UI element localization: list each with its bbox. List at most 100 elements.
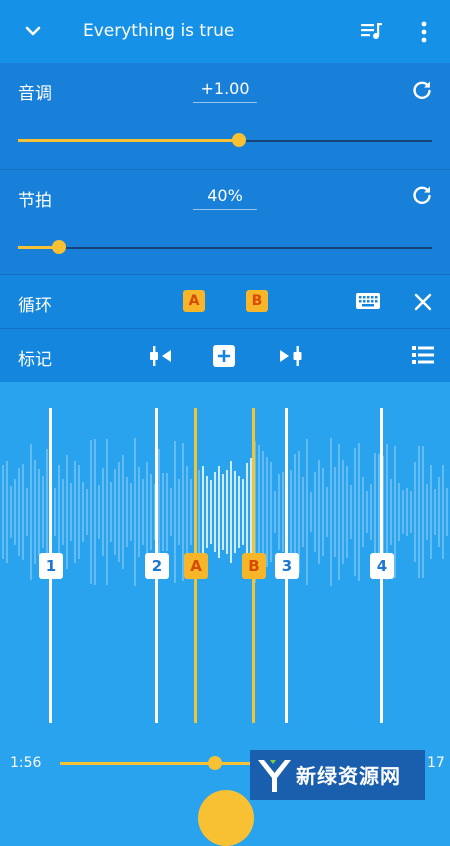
waveform-bar [138,467,140,557]
waveform-bar [122,455,124,569]
waveform-bar [106,439,108,585]
waveform-bar [2,465,4,559]
waveform-bar [218,465,220,559]
close-icon[interactable] [413,292,433,312]
waveform-bar [226,469,228,555]
waveform-bar [98,485,100,539]
pitch-slider-thumb[interactable] [232,133,247,147]
waveform-bar [150,473,152,551]
refresh-icon[interactable] [410,183,434,207]
waveform-area[interactable]: 1 2 A B 3 4 [0,382,450,740]
waveform-bar [418,446,420,578]
waveform-bar [222,473,224,551]
waveform-bar [330,437,332,587]
markers-label: 标记 [18,350,52,370]
watermark: 新绿资源网 [250,750,425,800]
waveform-bar [142,479,144,545]
waveform-bar [290,470,292,554]
waveform-bar [402,489,404,535]
list-icon[interactable] [412,345,434,365]
marker-label-4[interactable]: 4 [370,553,394,579]
waveform-bar [334,466,336,558]
waveform-bar [362,477,364,547]
tempo-slider-track[interactable] [18,247,432,249]
player-bar: 1:56 新绿资源网 17 [0,740,450,846]
chevron-down-icon[interactable] [22,20,44,42]
waveform-bar [174,441,176,583]
waveform-bar [246,462,248,562]
waveform-bar [90,440,92,584]
marker-label-3[interactable]: 3 [275,553,299,579]
waveform-bar [42,476,44,548]
waveform-bar [338,444,340,580]
waveform-bar [446,488,448,536]
waveform-bar [322,467,324,557]
waveform-bar [278,474,280,550]
waveform-bar [358,442,360,582]
waveform-bar [370,483,372,541]
loop-label: 循环 [18,296,52,316]
skip-prev-marker-icon[interactable] [149,344,175,368]
loop-b-button[interactable]: B [246,290,268,312]
queue-music-icon[interactable] [360,20,384,42]
waveform-bar [54,487,56,537]
waveform-bar [422,445,424,579]
waveform-bar [430,464,432,560]
waveform-bar [302,477,304,547]
app-header: Everything is true [0,0,450,63]
add-box-icon[interactable] [212,344,236,368]
marker-label-b[interactable]: B [242,553,266,579]
waveform-bar [314,472,316,552]
waveform-bar [354,448,356,576]
waveform-bar [10,485,12,539]
marker-label-1[interactable]: 1 [39,553,63,579]
waveform-bar [346,466,348,558]
watermark-text: 新绿资源网 [296,764,401,788]
waveform-bar [234,471,236,553]
tempo-slider-thumb[interactable] [52,240,67,254]
progress-thumb[interactable] [208,756,223,770]
waveform-bar [442,465,444,559]
waveform-bar [102,467,104,557]
waveform-bar [134,437,136,587]
waveform-bar [238,476,240,548]
waveform-bar [14,478,16,546]
pitch-slider-fill [18,139,240,142]
tempo-panel: 节拍 40% [0,169,450,274]
waveform-bar [438,476,440,548]
waveform-bar [38,469,40,555]
waveform-bar [342,459,344,565]
marker-label-a[interactable]: A [184,553,208,579]
waveform-bar [178,478,180,546]
waveform-bar [70,483,72,541]
tempo-value[interactable]: 40% [193,186,257,210]
skip-next-marker-icon[interactable] [277,344,303,368]
marker-label-2[interactable]: 2 [145,553,169,579]
waveform-bar [398,482,400,542]
waveform-bar [406,487,408,537]
waveform-bar [118,461,120,563]
waveform-bar [6,461,8,563]
waveform-bar [62,479,64,545]
waveform-bar [130,482,132,542]
waveform-bar [210,479,212,545]
waveform-bar [414,462,416,562]
waveform-bar [58,464,60,560]
waveform-bar [74,461,76,563]
waveform-bar [162,472,164,552]
waveform-bar [202,465,204,559]
pitch-value[interactable]: +1.00 [193,79,257,103]
loop-a-button[interactable]: A [183,290,205,312]
waveform-bar [390,479,392,545]
waveform-bar [186,466,188,558]
keyboard-icon[interactable] [355,292,381,310]
pitch-label: 音调 [18,84,52,104]
more-vert-icon[interactable] [418,20,430,44]
waveform-bar [350,485,352,539]
waveform-bar [230,461,232,563]
waveform-bar [166,472,168,552]
waveform-bar [310,491,312,533]
pitch-panel: 音调 +1.00 [0,63,450,169]
play-fab[interactable] [198,790,254,846]
refresh-icon[interactable] [410,78,434,102]
